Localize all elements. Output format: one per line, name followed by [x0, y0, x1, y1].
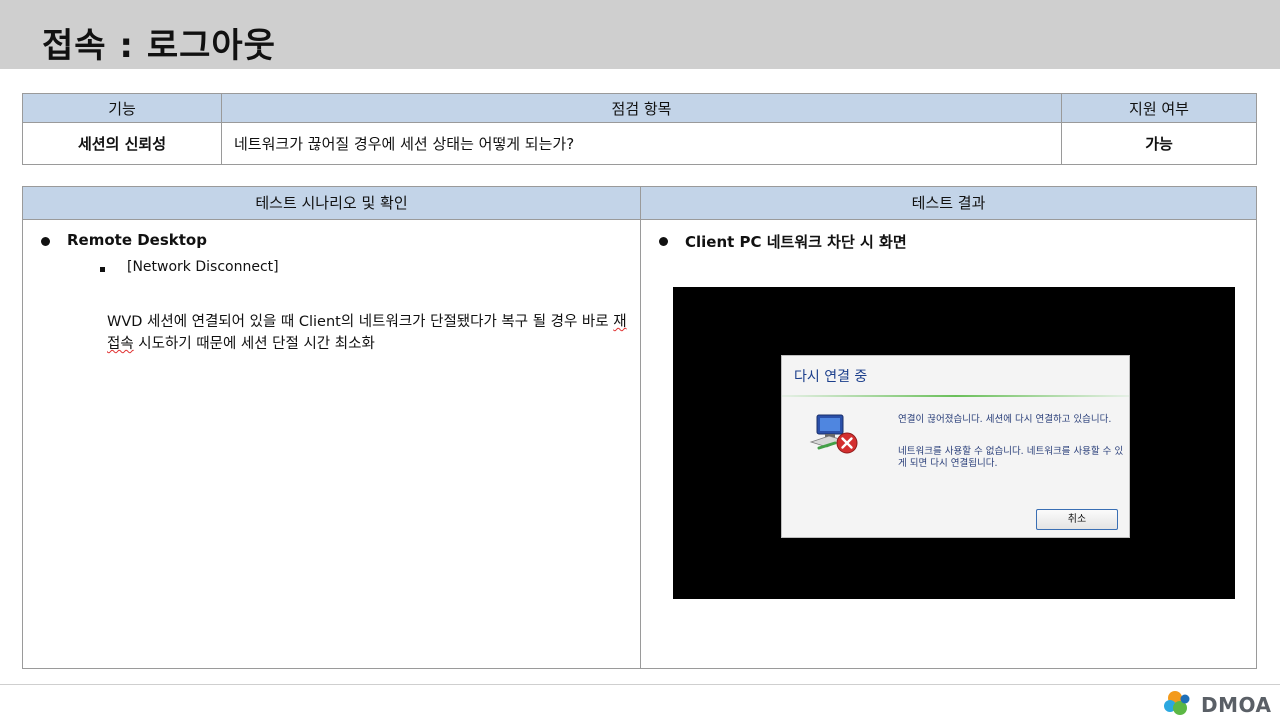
- bullet-icon: [659, 237, 668, 246]
- reconnect-dialog: 다시 연결 중 연결이 끊어졌습니다. 세션에 다시 연결하고 있습니다. 네트…: [781, 355, 1130, 538]
- dialog-message-network: 네트워크를 사용할 수 없습니다. 네트워크를 사용할 수 있게 되면 다시 연…: [898, 446, 1124, 469]
- screenshot-black-screen: 다시 연결 중 연결이 끊어졌습니다. 세션에 다시 연결하고 있습니다. 네트…: [673, 287, 1235, 599]
- scenario-panel-header: 테스트 시나리오 및 확인: [23, 187, 640, 220]
- description-text-1: WVD 세션에 연결되어 있을 때 Client의 네트워크가 단절됐다가 복구…: [107, 314, 614, 330]
- network-disconnected-icon: [809, 414, 858, 454]
- result-bullet: Client PC 네트워크 차단 시 화면: [685, 233, 907, 251]
- scenario-sub-item: [Network Disconnect]: [127, 259, 279, 275]
- dialog-title: 다시 연결 중: [794, 369, 868, 385]
- check-table: 기능 점검 항목 지원 여부 세션의 신뢰성 네트워크가 끊어질 경우에 세션 …: [22, 93, 1257, 165]
- table-header-check-item: 점검 항목: [221, 93, 1062, 123]
- square-bullet-icon: [100, 267, 105, 272]
- result-panel: 테스트 결과 Client PC 네트워크 차단 시 화면 다시 연결 중 연결…: [640, 186, 1257, 669]
- scenario-description: WVD 세션에 연결되어 있을 때 Client의 네트워크가 단절됐다가 복구…: [107, 311, 627, 355]
- check-item-cell: 네트워크가 끊어질 경우에 세션 상태는 어떻게 되는가?: [221, 122, 1062, 165]
- support-cell: 가능: [1061, 122, 1257, 165]
- table-row: 세션의 신뢰성 네트워크가 끊어질 경우에 세션 상태는 어떻게 되는가? 가능: [22, 122, 1257, 165]
- footer-divider: [0, 684, 1280, 685]
- feature-cell: 세션의 신뢰성: [22, 122, 222, 165]
- scenario-bullet: Remote Desktop: [67, 231, 207, 249]
- result-panel-header: 테스트 결과: [641, 187, 1256, 220]
- scenario-panel: 테스트 시나리오 및 확인 Remote Desktop [Network Di…: [22, 186, 641, 669]
- logo-text: DMOA: [1201, 693, 1272, 717]
- dialog-message-disconnected: 연결이 끊어졌습니다. 세션에 다시 연결하고 있습니다.: [898, 414, 1112, 425]
- description-text-2: 시도하기 때문에 세션 단절 시간 최소화: [133, 336, 375, 352]
- table-header-support: 지원 여부: [1061, 93, 1257, 123]
- dmoa-logo: DMOA: [1163, 689, 1275, 717]
- dialog-divider: [782, 395, 1129, 397]
- page-title: 접속 : 로그아웃: [42, 26, 276, 66]
- table-header-row: 기능 점검 항목 지원 여부: [22, 93, 1257, 123]
- cancel-button[interactable]: 취소: [1036, 509, 1118, 530]
- table-header-feature: 기능: [22, 93, 222, 123]
- bullet-icon: [41, 237, 50, 246]
- dmoa-logo-icon: [1164, 691, 1190, 715]
